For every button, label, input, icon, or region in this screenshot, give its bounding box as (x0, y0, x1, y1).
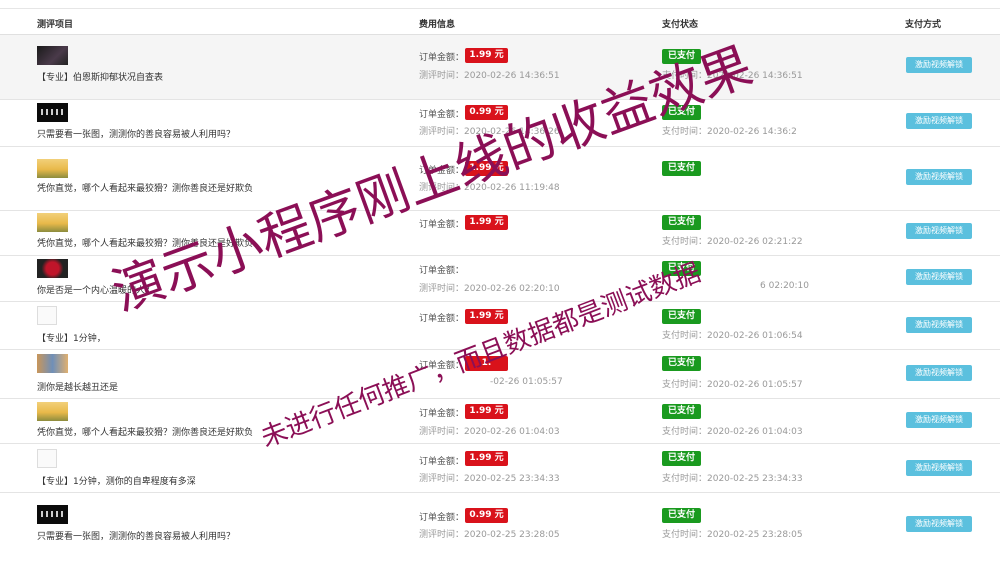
table-header: 测评项目 费用信息 支付状态 支付方式 (0, 14, 1000, 35)
order-amount-label: 订单金额： (419, 220, 465, 230)
item-title[interactable]: 凭你直觉，哪个人看起来最狡猾？测你善良还是好欺负 (37, 181, 253, 194)
pay-time: 支付时间：2020-02-26 14:36:2 (662, 127, 797, 137)
unlock-button[interactable]: 激励视频解锁 (906, 365, 972, 381)
price-badge: 1.99 元 (465, 215, 508, 230)
unlock-button[interactable]: 激励视频解锁 (906, 412, 972, 428)
column-header-fee: 费用信息 (419, 20, 456, 30)
order-amount-label: 订单金额： (419, 409, 465, 419)
unlock-button[interactable]: 激励视频解锁 (906, 460, 972, 476)
table-row: 【专业】伯恩斯抑郁状况自查表 订单金额： 1.99 元 测评时间：2020-02… (0, 35, 1000, 100)
item-thumbnail[interactable] (37, 159, 68, 178)
item-thumbnail[interactable] (37, 354, 68, 373)
item-title[interactable]: 测你是越长越丑还是 (37, 380, 118, 393)
item-title[interactable]: 【专业】1分钟， (37, 331, 106, 344)
eval-time: 测评时间：2020-02-26 01:04:03 (419, 427, 560, 437)
price-badge: 1.99 元 (465, 451, 508, 466)
item-thumbnail[interactable] (37, 46, 68, 65)
unlock-button[interactable]: 激励视频解锁 (906, 317, 972, 333)
item-title[interactable]: 【专业】伯恩斯抑郁状况自查表 (37, 70, 163, 83)
item-thumbnail[interactable] (37, 213, 68, 232)
item-title[interactable]: 只需要看一张图，测测你的善良容易被人利用吗？ (37, 529, 235, 542)
pay-time: 支付时间：2020-02-26 01:06:54 (662, 331, 803, 341)
column-header-status: 支付状态 (662, 20, 699, 30)
item-thumbnail[interactable] (37, 306, 57, 325)
top-bar (0, 0, 1000, 9)
eval-time: 测评时间：2020-02-26 14:36:51 (419, 71, 560, 81)
paid-status-badge: 已支付 (662, 404, 701, 419)
unlock-button[interactable]: 激励视频解锁 (906, 169, 972, 185)
paid-status-badge: 已支付 (662, 309, 701, 324)
pay-time: 支付时间：2020-02-26 01:04:03 (662, 427, 803, 437)
unlock-button[interactable]: 激励视频解锁 (906, 57, 972, 73)
order-amount-label: 订单金额： (419, 457, 465, 467)
paid-status-badge: 已支付 (662, 215, 701, 230)
table-row: 【专业】1分钟，测你的自卑程度有多深 订单金额： 1.99 元 测评时间：202… (0, 444, 1000, 493)
unlock-button[interactable]: 激励视频解锁 (906, 516, 972, 532)
item-thumbnail[interactable] (37, 402, 68, 421)
item-title[interactable]: 只需要看一张图，测测你的善良容易被人利用吗？ (37, 127, 235, 140)
item-title[interactable]: 【专业】1分钟，测你的自卑程度有多深 (37, 474, 196, 487)
pay-time: 支付时间：2020-02-25 23:34:33 (662, 474, 803, 484)
paid-status-badge: 已支付 (662, 451, 701, 466)
paid-status-badge: 已支付 (662, 356, 701, 371)
item-thumbnail[interactable] (37, 449, 57, 468)
paid-status-badge: 已支付 (662, 161, 701, 176)
column-header-method: 支付方式 (905, 20, 942, 30)
price-badge: 1.99 元 (465, 48, 508, 63)
order-amount-label: 订单金额： (419, 513, 465, 523)
table-row: 只需要看一张图，测测你的善良容易被人利用吗？ 订单金额： 0.99 元 测评时间… (0, 493, 1000, 555)
unlock-button[interactable]: 激励视频解锁 (906, 269, 972, 285)
eval-time: -02-26 01:05:57 (490, 377, 563, 387)
price-badge: 0.99 元 (465, 508, 508, 523)
order-amount-label: 订单金额： (419, 314, 465, 324)
item-thumbnail[interactable] (37, 103, 68, 122)
eval-time: 测评时间：2020-02-25 23:34:33 (419, 474, 560, 484)
order-amount-label: 订单金额： (419, 53, 465, 63)
pay-time: 支付时间：2020-02-25 23:28:05 (662, 530, 803, 540)
pay-time: 支付时间：2020-02-26 02:21:22 (662, 237, 803, 247)
item-title[interactable]: 凭你直觉，哪个人看起来最狡猾？测你善良还是好欺负 (37, 425, 253, 438)
unlock-button[interactable]: 激励视频解锁 (906, 113, 972, 129)
price-badge: 1.99 元 (465, 309, 508, 324)
paid-status-badge: 已支付 (662, 508, 701, 523)
column-header-item: 测评项目 (37, 20, 74, 30)
item-thumbnail[interactable] (37, 505, 68, 524)
pay-time: 支付时间：2020-02-26 01:05:57 (662, 380, 803, 390)
unlock-button[interactable]: 激励视频解锁 (906, 223, 972, 239)
order-amount-label: 订单金额： (419, 110, 465, 120)
pay-time: 6 02:20:10 (760, 281, 810, 291)
order-amount-label: 订单金额： (419, 266, 465, 276)
eval-time: 测评时间：2020-02-26 02:20:10 (419, 284, 560, 294)
item-thumbnail[interactable] (37, 259, 68, 278)
table-row: 凭你直觉，哪个人看起来最狡猾？测你善良还是好欺负 订单金额： 1.99 元 测评… (0, 399, 1000, 444)
price-badge: 1.99 元 (465, 404, 508, 419)
eval-time: 测评时间：2020-02-25 23:28:05 (419, 530, 560, 540)
